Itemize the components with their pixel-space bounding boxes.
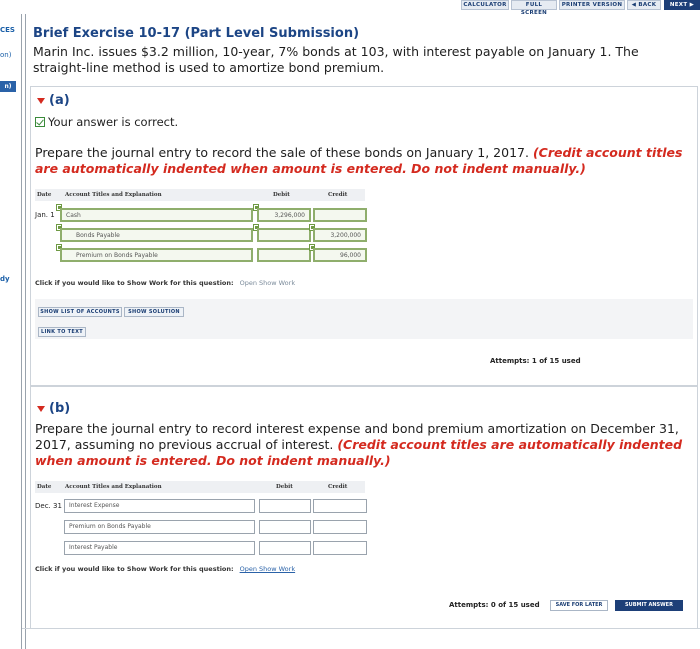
account-field[interactable]: Bonds Payable [60, 228, 253, 242]
show-list-of-accounts-button[interactable]: SHOW LIST OF ACCOUNTS [38, 307, 122, 317]
part-a-instruction-text: Prepare the journal entry to record the … [35, 145, 529, 160]
part-b-label: (b) [49, 401, 71, 416]
attempts-counter: Attempts: 0 of 15 used [449, 601, 540, 609]
debit-field[interactable] [259, 499, 311, 513]
header-date: Date [37, 192, 52, 198]
show-work-row: Click if you would like to Show Work for… [35, 279, 295, 287]
header-date: Date [37, 484, 52, 490]
credit-field[interactable]: 96,000 [313, 248, 367, 262]
row-date: Dec. 31 [35, 502, 62, 510]
attempts-counter: Attempts: 1 of 15 used [490, 357, 581, 365]
sidebar-label-dy[interactable]: dy [0, 275, 10, 283]
show-work-prompt: Click if you would like to Show Work for… [35, 279, 234, 287]
header-credit: Credit [328, 484, 348, 490]
part-b-panel: (b) Prepare the journal entry to record … [30, 386, 698, 629]
credit-field[interactable] [313, 208, 367, 222]
debit-field[interactable] [257, 228, 311, 242]
open-show-work-link[interactable]: Open Show Work [240, 279, 296, 287]
part-a-instruction: Prepare the journal entry to record the … [35, 145, 685, 177]
action-bar [35, 299, 693, 339]
account-field[interactable]: Interest Payable [64, 541, 255, 555]
debit-field[interactable] [259, 541, 311, 555]
exercise-title: Brief Exercise 10-17 (Part Level Submiss… [33, 26, 360, 41]
debit-field[interactable] [259, 520, 311, 534]
debit-field[interactable] [257, 248, 311, 262]
part-b-header[interactable]: (b) [37, 401, 70, 416]
link-to-text-button[interactable]: LINK TO TEXT [38, 327, 86, 337]
next-button[interactable]: NEXT ▶ [664, 0, 700, 10]
row-date: Jan. 1 [35, 211, 55, 219]
header-debit: Debit [273, 192, 290, 198]
part-b-instruction: Prepare the journal entry to record inte… [35, 421, 685, 469]
part-a-header[interactable]: (a) [37, 93, 70, 108]
credit-field[interactable] [313, 499, 367, 513]
credit-field[interactable]: 3,200,000 [313, 228, 367, 242]
sidebar: CES on) n) dy [0, 14, 26, 649]
account-field[interactable]: Interest Expense [64, 499, 255, 513]
account-field[interactable]: Premium on Bonds Payable [64, 520, 255, 534]
exercise-description: Marin Inc. issues $3.2 million, 10-year,… [33, 44, 639, 75]
back-button[interactable]: ◀ BACK [627, 0, 661, 10]
header-account: Account Titles and Explanation [65, 192, 162, 198]
checkmark-icon [35, 117, 45, 127]
printer-version-button[interactable]: PRINTER VERSION [559, 0, 625, 10]
open-show-work-link[interactable]: Open Show Work [240, 565, 296, 573]
collapse-caret-icon[interactable] [37, 97, 45, 104]
top-toolbar: CALCULATOR FULL SCREEN PRINTER VERSION ◀… [0, 0, 700, 16]
submit-answer-button[interactable]: SUBMIT ANSWER [615, 600, 683, 611]
header-debit: Debit [276, 484, 293, 490]
answer-status: Your answer is correct. [35, 115, 178, 129]
account-field[interactable]: Cash [60, 208, 253, 222]
part-a-panel: (a) Your answer is correct. Prepare the … [30, 86, 698, 386]
show-work-row: Click if you would like to Show Work for… [35, 565, 295, 573]
sidebar-label-on[interactable]: on) [0, 51, 11, 59]
show-solution-button[interactable]: SHOW SOLUTION [124, 307, 184, 317]
sidebar-tab-active[interactable]: n) [0, 81, 16, 92]
header-account: Account Titles and Explanation [65, 484, 162, 490]
bottom-divider [22, 628, 700, 629]
part-a-label: (a) [49, 93, 70, 108]
account-field[interactable]: Premium on Bonds Payable [60, 248, 253, 262]
sidebar-label-top[interactable]: CES [0, 26, 15, 34]
full-screen-button[interactable]: FULL SCREEN [511, 0, 557, 16]
save-for-later-button[interactable]: SAVE FOR LATER [550, 600, 608, 611]
answer-status-text: Your answer is correct. [48, 115, 179, 129]
collapse-caret-icon[interactable] [37, 405, 45, 412]
sidebar-divider [25, 14, 26, 649]
calculator-button[interactable]: CALCULATOR [461, 0, 509, 10]
show-work-prompt: Click if you would like to Show Work for… [35, 565, 234, 573]
credit-field[interactable] [313, 520, 367, 534]
header-credit: Credit [328, 192, 348, 198]
credit-field[interactable] [313, 541, 367, 555]
debit-field[interactable]: 3,296,000 [257, 208, 311, 222]
